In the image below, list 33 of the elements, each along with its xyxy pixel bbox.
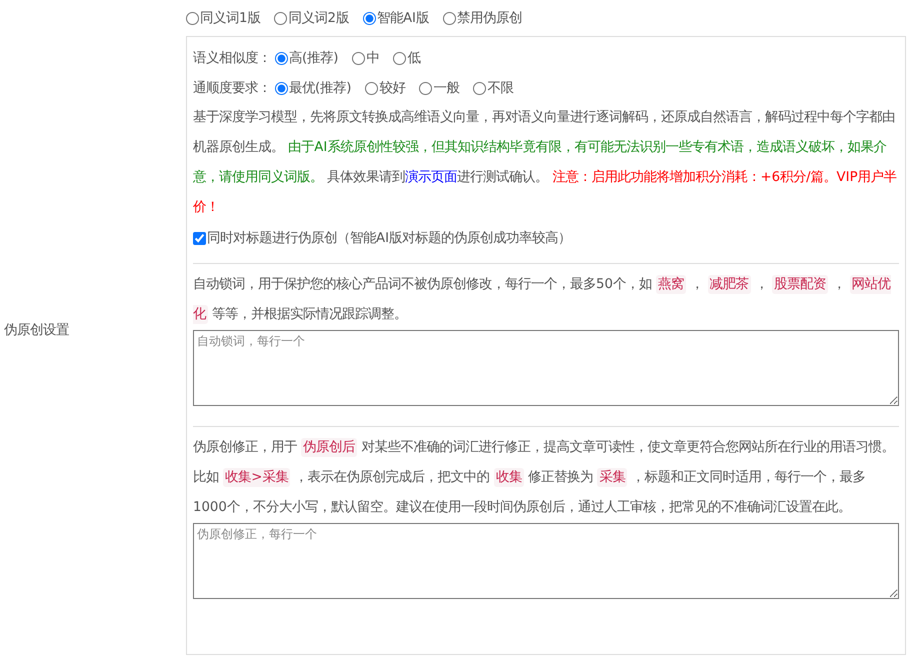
radio-button[interactable] [365, 82, 378, 94]
demo-page-link[interactable]: 演示页面 [405, 170, 458, 185]
radio-button[interactable] [186, 12, 199, 24]
checkbox[interactable] [193, 232, 206, 244]
fluency-label: 通顺度要求： [193, 80, 271, 97]
ai-description: 基于深度学习模型，先将原文转换成高维语义向量，再对语义向量进行逐词解码，还原成自然语言，解码过程中每个字都由机器原创生成。 由于AI系统原创性较强，但其知识结构毕竟有限，有可能无法识别一些专有术语，造成语义破坏，如果介意，请使用同义词版。 具体效果请到演示页面进行测试确认。 注意：启用此功能将增加积分消耗：+6积分/篇。VIP用户半价！ [193, 108, 898, 217]
radio-button[interactable] [362, 12, 376, 24]
option-label[interactable]: 同义词2版 [288, 9, 349, 27]
option-label[interactable]: 同义词1版 [200, 9, 260, 27]
radio-button[interactable] [275, 82, 288, 94]
option-label[interactable]: 智能AI版 [376, 9, 429, 27]
radio-button[interactable] [419, 82, 432, 94]
lock-words-description: 自动锁词，用于保护您的核心产品词不被伪原创修改，每行一个，最多50个，如 燕窝 ， 减肥茶 ， 股票配资 ， 网站优化 等等，并根据实际情况跟踪调整。 [193, 274, 892, 326]
checkbox-label[interactable]: 同时对标题进行伪原创（智能AI版对标题的伪原创成功率较高） [207, 229, 572, 247]
radio-button[interactable] [473, 82, 486, 94]
corrections-field[interactable]: 伪原创修正，每行一个 [193, 523, 899, 599]
option-label[interactable]: 一般 [433, 79, 460, 97]
section-label: 伪原创设置 [4, 322, 69, 339]
similarity-label: 语义相似度： [193, 50, 271, 67]
radio-button[interactable] [442, 12, 456, 24]
option-label[interactable]: 不限 [487, 79, 514, 97]
option-label[interactable]: 禁用伪原创 [456, 9, 522, 27]
option-label[interactable]: 低 [407, 49, 420, 67]
option-label[interactable]: 中 [366, 49, 380, 67]
radio-button[interactable] [352, 52, 366, 64]
radio-button[interactable] [275, 52, 288, 64]
radio-button[interactable] [393, 52, 406, 64]
option-label[interactable]: 高(推荐) [289, 49, 338, 67]
option-label[interactable]: 最优(推荐) [289, 79, 352, 97]
corrections-description: 伪原创修正，用于 伪原创后 对某些不准确的词汇进行修正，提高文章可读性，使文章更符合您网站所在行业的用语习惯。比如 收集>采集 ，表示在伪原创完成后，把文中的 收集 修正替换为 采集 ，标题和正文同时适用，每行一个，最多1000个，不分大小写，默认留空。建议在使用一段时间伪原创后，通过人工审核，把常见的不准确词汇设置在此。 [193, 437, 896, 517]
lock-words-field[interactable]: 自动锁词，每行一个 [193, 330, 899, 406]
radio-button[interactable] [274, 12, 288, 24]
option-label[interactable]: 较好 [379, 79, 406, 97]
